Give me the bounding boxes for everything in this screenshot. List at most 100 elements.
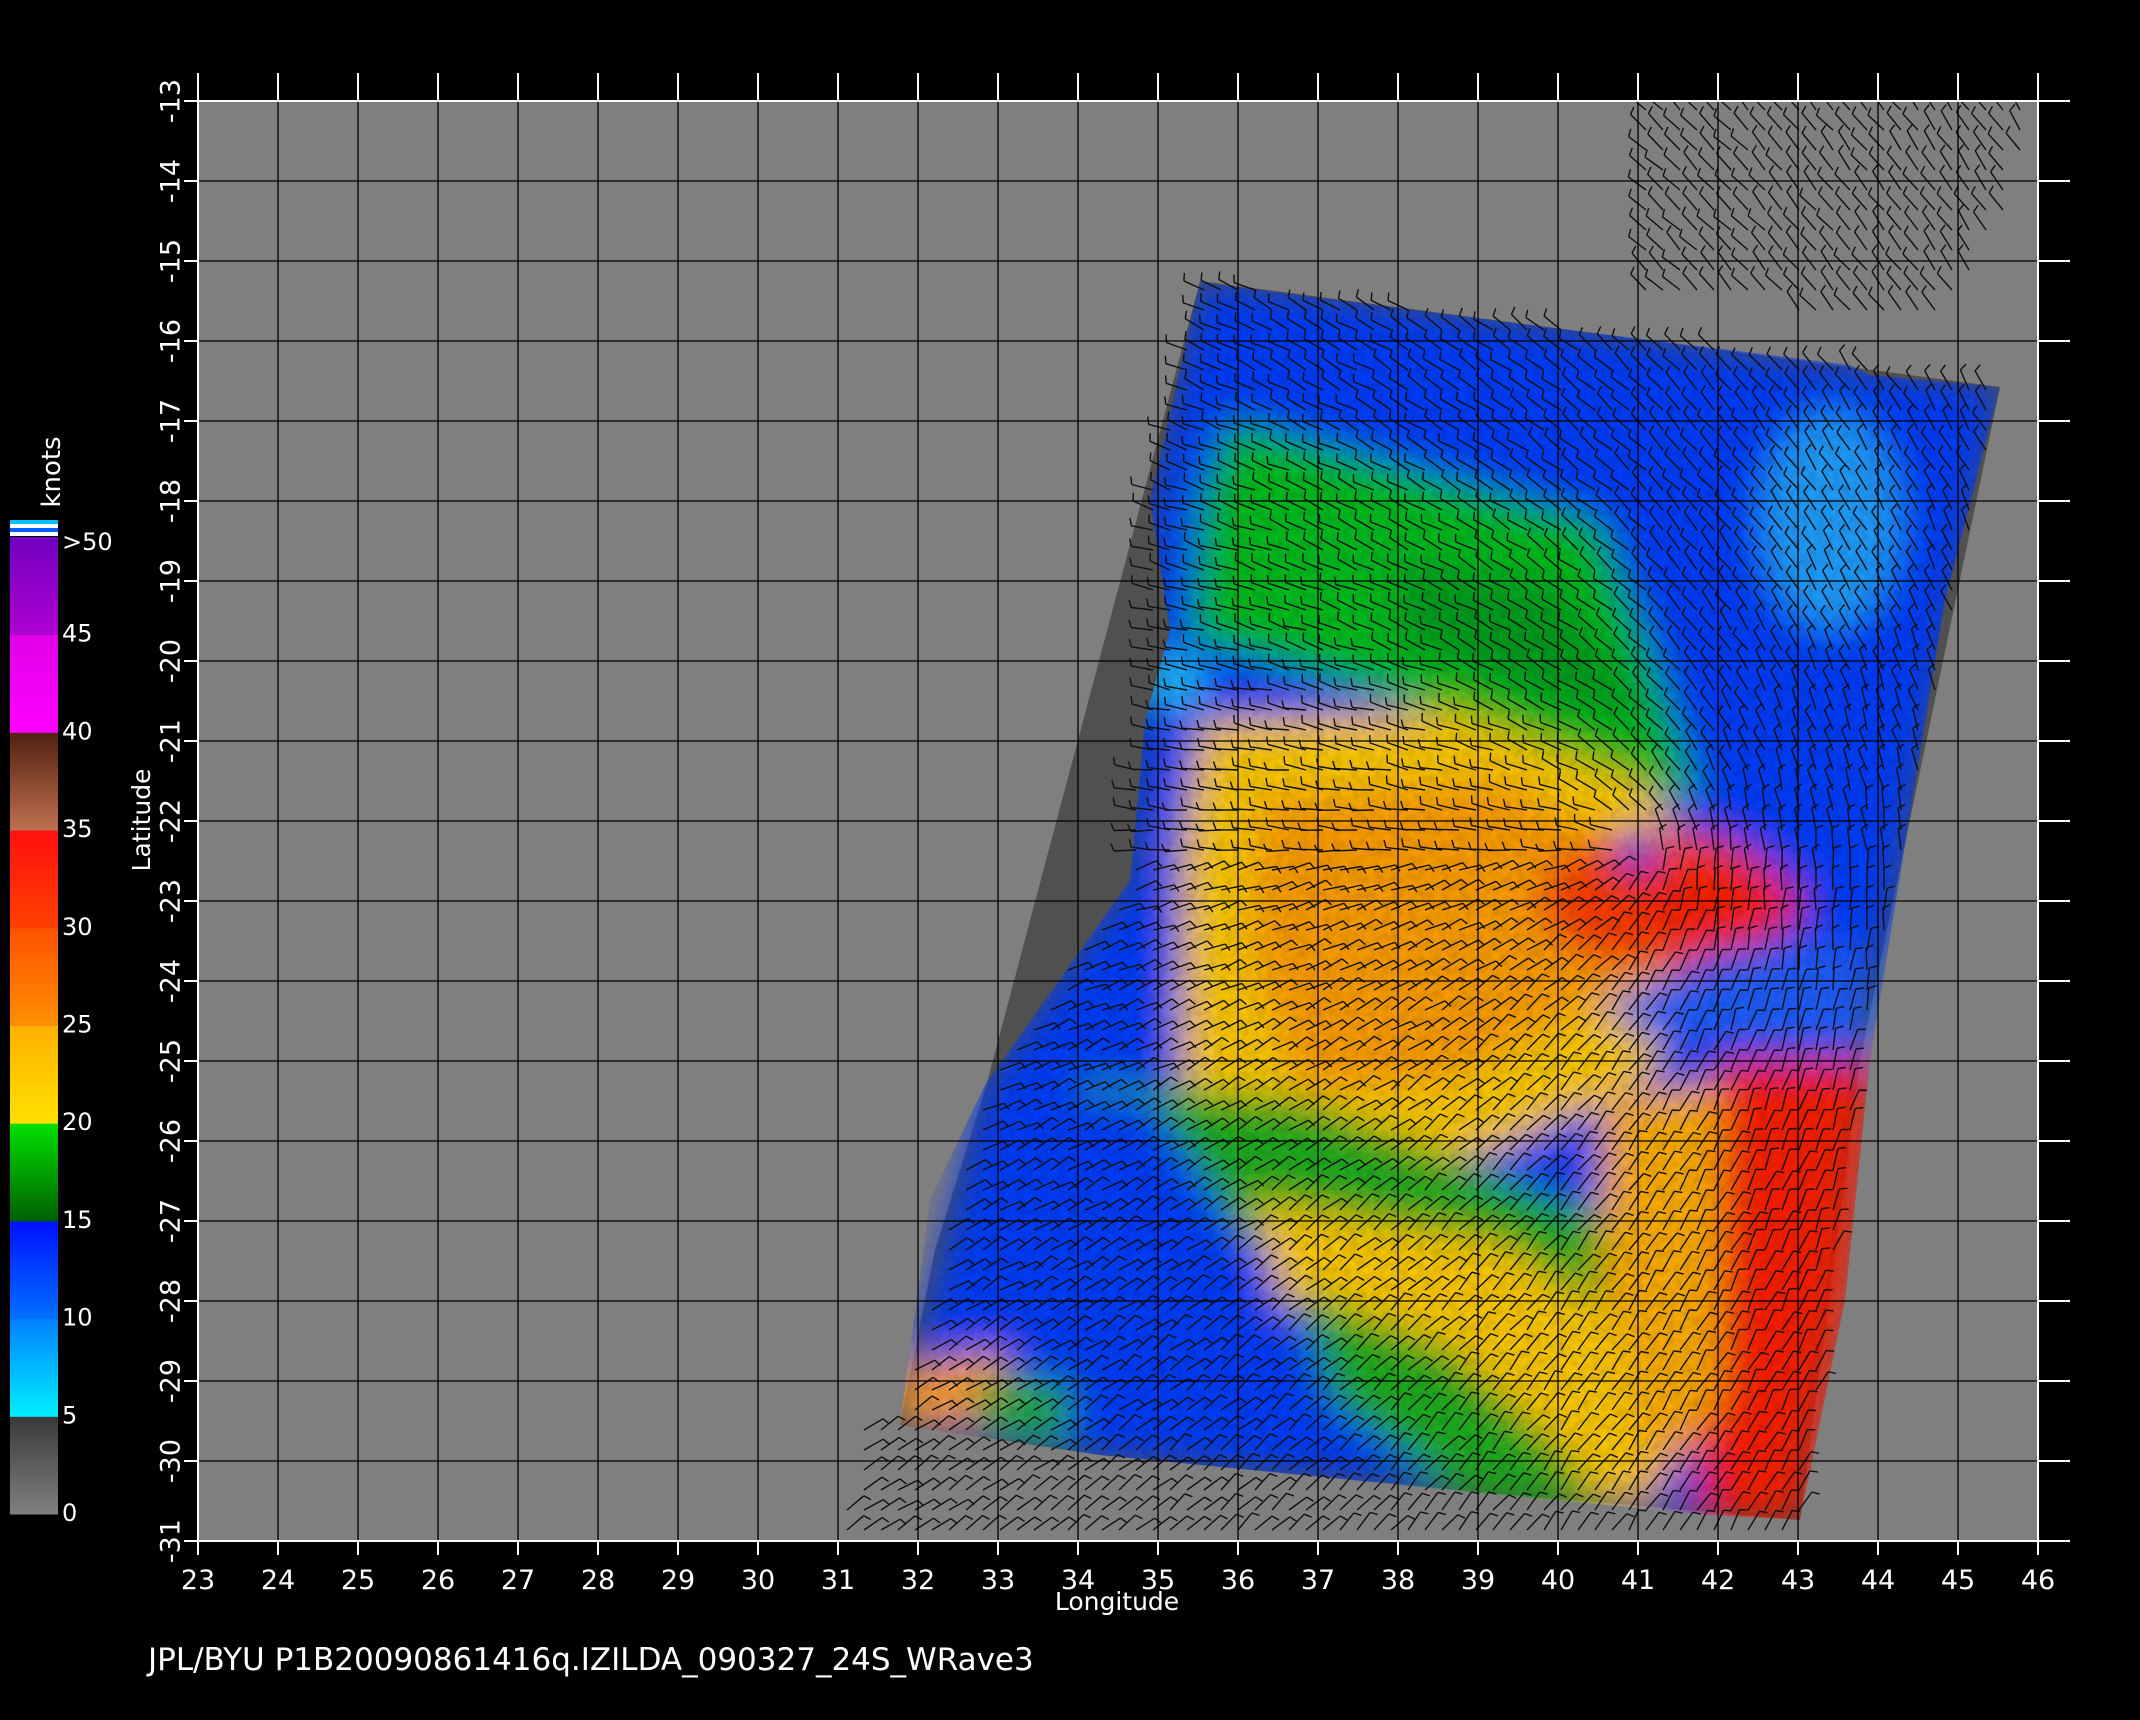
wind-barb-flag	[1821, 1227, 1830, 1230]
wind-barb	[1113, 829, 1137, 832]
wind-barb-flag	[1788, 1127, 1797, 1130]
wind-barb-flag	[1200, 332, 1203, 341]
wind-barb-flag	[1149, 552, 1152, 561]
wind-barb-flag	[1302, 292, 1305, 301]
wind-barb	[1113, 849, 1137, 852]
wind-barb-flag	[1387, 292, 1390, 301]
wind-barb-flag	[1523, 671, 1527, 680]
wind-barb-flag	[1421, 592, 1424, 601]
wind-barb-flag	[1871, 85, 1875, 92]
wind-barb-flag	[1438, 552, 1441, 561]
wind-barb-flag	[1181, 495, 1184, 504]
wind-barb-flag	[1574, 671, 1578, 680]
wind-barb-flag	[1130, 476, 1133, 485]
wind-barb-flag	[1689, 1109, 1699, 1112]
wind-barb-flag	[1198, 436, 1201, 445]
wind-barb-flag	[1805, 1127, 1814, 1130]
wind-barb-flag	[1402, 735, 1405, 744]
wind-barb-flag	[1302, 372, 1305, 381]
wind-barb-flag	[1754, 987, 1763, 990]
wind-barb-flag	[1249, 515, 1252, 524]
wind-barb-flag	[1336, 432, 1339, 441]
wind-barb-flag	[1234, 312, 1237, 321]
wind-barb-flag	[1805, 1067, 1814, 1070]
wind-barb-flag	[1283, 756, 1286, 765]
wind-barb-flag	[1822, 1087, 1831, 1090]
wind-barb-flag	[1788, 1007, 1797, 1010]
wind-barb-flag	[1629, 88, 1632, 96]
wind-barb-flag	[1804, 85, 1809, 92]
wind-barb-flag	[1303, 451, 1306, 460]
wind-barb-flag	[1506, 431, 1510, 440]
wind-barb	[1865, 887, 1868, 911]
wind-barb-flag	[1370, 612, 1373, 621]
wind-barb-flag	[1181, 696, 1184, 705]
wind-barb-flag	[1724, 1070, 1733, 1073]
wind-barb-flag	[1540, 612, 1543, 621]
wind-barb-flag	[1215, 395, 1218, 404]
wind-barb-flag	[1368, 676, 1371, 685]
wind-barb-flag	[1855, 947, 1864, 950]
wind-barb-flag	[1249, 615, 1252, 625]
wind-barb-flag	[1302, 472, 1305, 481]
wind-barb-flag	[1285, 531, 1289, 540]
wind-barb-flag	[1715, 88, 1718, 96]
wind-barb-flag	[1669, 867, 1678, 870]
wind-barb-flag	[1370, 531, 1373, 540]
wind-barb-flag	[1370, 292, 1373, 301]
wind-barb-flag	[1183, 532, 1186, 541]
wind-barb-flag	[1252, 351, 1255, 360]
wind-barb-flag	[1941, 85, 1946, 91]
wind-barb-flag	[1885, 88, 1888, 95]
wind-barb-flag	[1266, 575, 1269, 584]
wind-barb-flag	[1655, 969, 1664, 972]
wind-barb-flag	[1470, 715, 1473, 724]
wind-barb-flag	[1181, 596, 1184, 605]
wind-barb	[1215, 768, 1239, 771]
wind-barb-flag	[1164, 355, 1167, 364]
wind-barb	[1181, 748, 1205, 751]
wind-barb-flag	[1285, 471, 1288, 481]
wind-barb	[1832, 847, 1835, 871]
wind-barb-flag	[1421, 491, 1425, 500]
wind-barb-flag	[1504, 755, 1507, 764]
wind-barb-flag	[1455, 611, 1458, 620]
wind-barb-flag	[1487, 715, 1490, 724]
wind-barb	[1831, 907, 1834, 931]
wind-barb-flag	[1302, 632, 1305, 641]
wind-barb-flag	[1854, 86, 1858, 93]
wind-barb-flag	[1112, 756, 1116, 765]
wind-barb-flag	[1855, 1066, 1864, 1070]
wind-barb-flag	[1754, 947, 1763, 950]
wind-barb	[1402, 828, 1426, 831]
wind-barb-flag	[1163, 696, 1167, 705]
wind-barb-flag	[1472, 432, 1475, 441]
wind-barb-flag	[1540, 732, 1543, 741]
wind-barb-flag	[1699, 87, 1703, 94]
wind-barb-flag	[1251, 452, 1254, 461]
wind-barb-flag	[1540, 692, 1543, 701]
wind-barb-flag	[1164, 396, 1167, 405]
wind-barb-flag	[1472, 511, 1476, 520]
wind-barb-flag	[1855, 967, 1864, 970]
wind-barb	[1130, 768, 1154, 771]
wind-barb	[1504, 848, 1528, 851]
wind-barb-flag	[1147, 495, 1150, 504]
wind-barb-flag	[1421, 471, 1425, 480]
wind-barb-flag	[1336, 611, 1340, 620]
wind-barb	[1232, 808, 1256, 811]
wind-barb-flag	[1672, 1109, 1681, 1112]
wind-barb-flag	[1370, 492, 1373, 501]
wind-barb-flag	[1839, 987, 1848, 990]
wind-barb	[1232, 788, 1256, 791]
wind-barb-flag	[1232, 415, 1235, 424]
wind-barb-flag	[1439, 351, 1442, 360]
wind-barb-flag	[1753, 1107, 1763, 1110]
wind-barb-flag	[1181, 415, 1184, 424]
wind-barb-flag	[1820, 86, 1824, 93]
wind-barb	[1831, 927, 1834, 951]
wind-barb-flag	[1438, 652, 1441, 661]
wind-barb-flag	[1130, 695, 1133, 704]
wind-barb-flag	[1707, 1149, 1716, 1153]
wind-barb-flag	[1300, 756, 1303, 765]
